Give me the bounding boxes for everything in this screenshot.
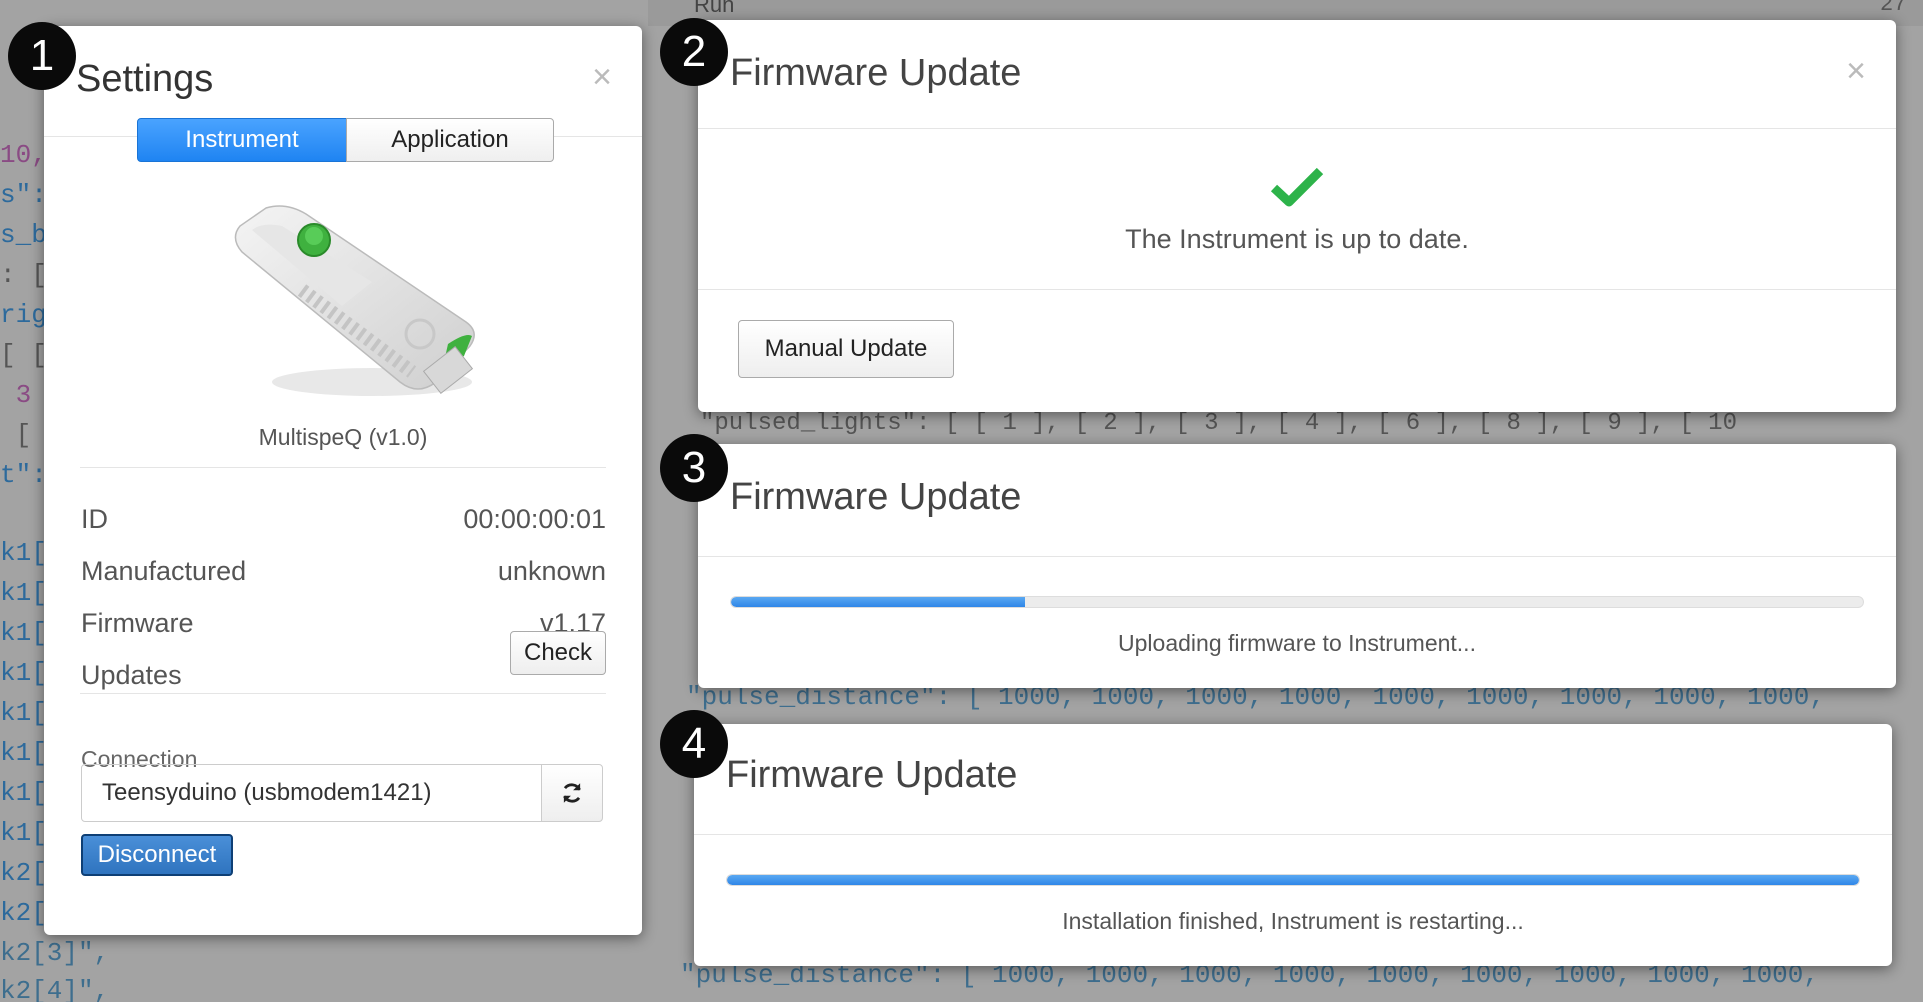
status-message: The Instrument is up to date. (1125, 224, 1469, 254)
tab-application[interactable]: Application (346, 118, 554, 162)
firmware-update-dialog-uploading: Firmware Update Uploading firmware to In… (698, 444, 1896, 688)
refresh-connection-button[interactable] (541, 764, 603, 822)
code-line: k1[ (0, 818, 47, 848)
device-name: MultispeQ (v1.0) (258, 424, 428, 450)
manufactured-value: unknown (497, 556, 606, 586)
header-divider (698, 556, 1896, 557)
code-line: k1[ (0, 738, 47, 768)
tab-instrument[interactable]: Instrument (137, 118, 347, 162)
code-line: k2[4]", (0, 976, 110, 1002)
step-marker-3: 3 (660, 434, 728, 502)
settings-title: Settings (76, 58, 214, 100)
code-line: k2[ (0, 858, 47, 888)
firmware-label: Firmware (81, 608, 194, 638)
line-number: 27 (1880, 0, 1907, 17)
code-line: "pulsed_lights": [ [ 1 ], [ 2 ], [ 3 ], … (700, 410, 1737, 437)
connection-field[interactable]: Teensyduino (usbmodem1421) (81, 764, 542, 822)
check-updates-button[interactable]: Check (510, 631, 606, 675)
code-line: k1[ (0, 698, 47, 728)
code-line: k1[ (0, 658, 47, 688)
firmware-update-dialog-finished: Firmware Update Installation finished, I… (694, 724, 1892, 966)
dialog-title: Firmware Update (730, 52, 1022, 94)
code-line: k1[ (0, 778, 47, 808)
code-line: [ [ (0, 340, 47, 370)
step-marker-4: 4 (660, 710, 728, 778)
status-message: Installation finished, Instrument is res… (1062, 908, 1524, 934)
code-line: 10, (0, 140, 47, 170)
settings-dialog: Settings × Instrument Application Multis… (44, 26, 642, 935)
code-line: k2[3]", (0, 938, 110, 968)
header-divider (694, 834, 1892, 835)
device-image (234, 205, 475, 396)
id-value: 00:00:00:01 (463, 504, 606, 534)
progress-fill (731, 597, 1026, 607)
code-line: k1[ (0, 618, 47, 648)
code-line: k2[ (0, 898, 47, 928)
run-label: Run (694, 0, 735, 17)
progress-fill (727, 875, 1859, 885)
code-line: k1[ (0, 538, 47, 568)
manual-update-button[interactable]: Manual Update (738, 320, 954, 378)
footer-divider (698, 289, 1896, 290)
header-divider (698, 128, 1896, 129)
divider (80, 693, 606, 694)
firmware-update-dialog-up-to-date: Firmware Update × The Instrument is up t… (698, 20, 1896, 412)
step-marker-1: 1 (8, 22, 76, 90)
refresh-icon (563, 783, 581, 803)
code-line: k1[ (0, 578, 47, 608)
dialog-title: Firmware Update (726, 754, 1018, 796)
disconnect-button[interactable]: Disconnect (81, 834, 233, 876)
code-line: s_b (0, 220, 47, 250)
code-line: rig (0, 300, 47, 330)
id-label: ID (81, 504, 108, 534)
code-line: 3 (0, 380, 32, 410)
progress-bar (726, 874, 1860, 886)
step-marker-2: 2 (660, 18, 728, 86)
checkmark-icon (1270, 167, 1324, 207)
divider (80, 467, 606, 468)
code-line: t": (0, 460, 47, 490)
close-icon[interactable]: × (1846, 54, 1866, 88)
code-line: s": (0, 180, 47, 210)
dialog-title: Firmware Update (730, 476, 1022, 518)
close-icon[interactable]: × (592, 60, 612, 94)
updates-label: Updates (81, 660, 182, 690)
code-line: : [ (0, 260, 47, 290)
progress-bar (730, 596, 1864, 608)
code-line: [ (0, 420, 32, 450)
manufactured-label: Manufactured (81, 556, 247, 586)
status-message: Uploading firmware to Instrument... (1118, 630, 1476, 656)
